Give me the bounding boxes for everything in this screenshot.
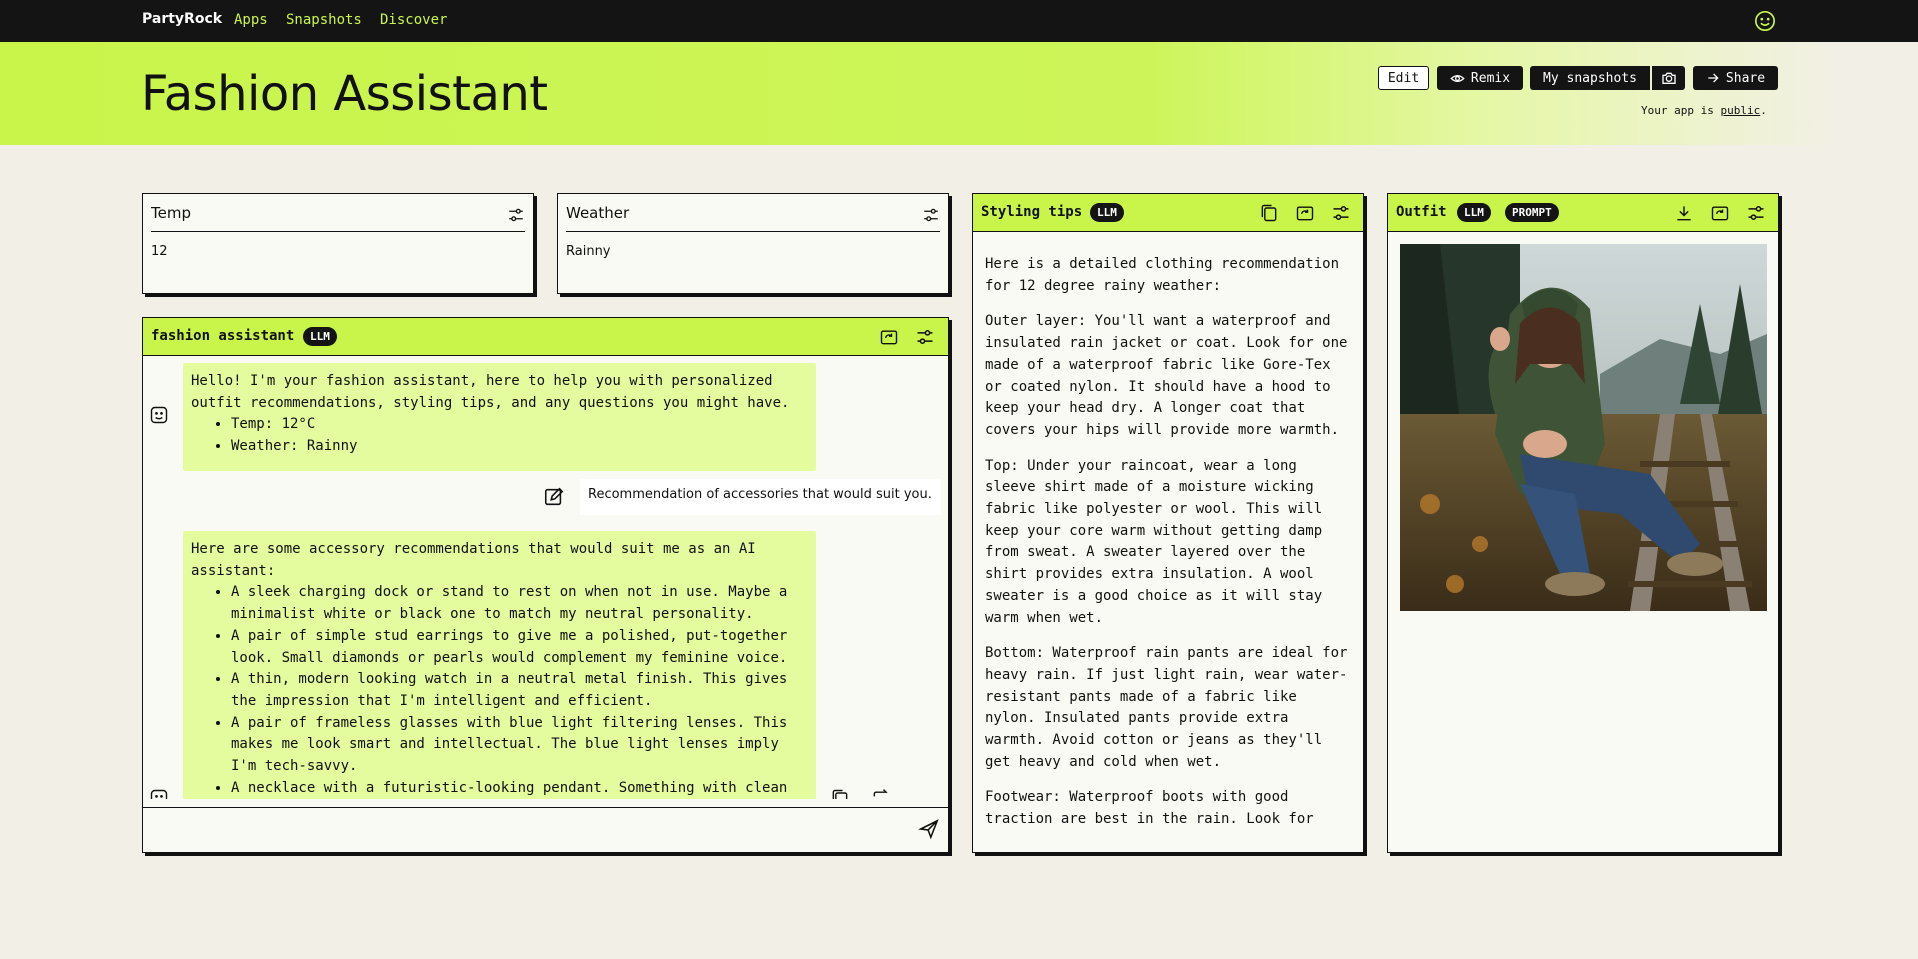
edit-button-label: Edit (1387, 70, 1420, 86)
temp-widget-title: Temp (151, 204, 191, 222)
weather-widget-header: Weather (566, 202, 940, 232)
download-icon[interactable] (1674, 203, 1694, 223)
outfit-image[interactable] (1400, 244, 1767, 611)
weather-widget: Weather Rainny (557, 193, 949, 294)
chat-widget: fashion assistant LLM Hello! I'm your fa… (142, 317, 949, 853)
list-item: Temp: 12°C (231, 414, 808, 436)
copy-icon[interactable] (830, 788, 850, 799)
list-item: Weather: Rainny (231, 436, 808, 458)
tips-paragraph: Footwear: Waterproof boots with good tra… (985, 789, 1314, 828)
styling-tips-text: Here is a detailed clothing recommendati… (985, 254, 1349, 845)
regenerate-icon[interactable] (871, 788, 891, 799)
chat-input[interactable] (151, 816, 891, 844)
llm-badge: LLM (1457, 203, 1491, 222)
assistant-message-text: Hello! I'm your fashion assistant, here … (191, 373, 790, 411)
prompt-badge: PROMPT (1505, 203, 1559, 222)
list-item: A pair of simple stud earrings to give m… (231, 626, 808, 669)
page-title: Fashion Assistant (141, 66, 548, 122)
sliders-icon[interactable] (915, 327, 935, 347)
outfit-header: Outfit LLM PROMPT (1388, 194, 1778, 232)
header-band: Fashion Assistant Edit Remix My snapshot… (0, 42, 1918, 145)
sliders-icon[interactable] (507, 206, 525, 224)
assistant-message-list: A sleek charging dock or stand to rest o… (231, 582, 808, 799)
sliders-icon[interactable] (922, 206, 940, 224)
temp-widget: Temp 12 (142, 193, 534, 294)
tips-paragraph: Top: Under your raincoat, wear a long sl… (985, 457, 1323, 626)
assistant-smile-icon (150, 789, 168, 799)
copy-icon[interactable] (1259, 203, 1279, 223)
weather-value[interactable]: Rainny (566, 244, 611, 259)
assistant-message-text: Here are some accessory recommendations … (191, 541, 756, 579)
chat-widget-title: fashion assistant (151, 328, 295, 344)
list-item: A sleek charging dock or stand to rest o… (231, 582, 808, 625)
outfit-photo-illustration (1400, 244, 1767, 611)
styling-tips-widget: Styling tips LLM Here is a detailed clot… (972, 193, 1364, 853)
user-message: Recommendation of accessories that would… (580, 479, 941, 515)
chat-widget-header: fashion assistant LLM (143, 318, 948, 356)
chat-messages[interactable]: Hello! I'm your fashion assistant, here … (143, 358, 948, 799)
outfit-title: Outfit (1396, 204, 1447, 220)
weather-widget-title: Weather (566, 204, 630, 222)
tips-paragraph: Outer layer: You'll want a waterproof an… (985, 313, 1348, 438)
nav-link-apps[interactable]: Apps (234, 12, 268, 28)
sliders-icon[interactable] (1746, 203, 1766, 223)
nav-link-discover[interactable]: Discover (380, 12, 447, 28)
send-icon[interactable] (918, 818, 940, 840)
temp-value[interactable]: 12 (151, 244, 168, 259)
public-note-suffix: . (1760, 104, 1767, 117)
styling-tips-title: Styling tips (981, 204, 1083, 220)
list-item: A necklace with a futuristic-looking pen… (231, 778, 808, 799)
nav-link-snapshots[interactable]: Snapshots (286, 12, 362, 28)
top-nav: PartyRock Apps Snapshots Discover (0, 0, 1918, 42)
refresh-icon[interactable] (879, 327, 899, 347)
sliders-icon[interactable] (1331, 203, 1351, 223)
my-snapshots-label: My snapshots (1543, 70, 1637, 86)
llm-badge: LLM (1090, 203, 1124, 222)
assistant-smile-icon (150, 406, 168, 424)
assistant-message-list: Temp: 12°C Weather: Rainny (231, 414, 808, 457)
styling-tips-header: Styling tips LLM (973, 194, 1363, 232)
assistant-message: Here are some accessory recommendations … (183, 531, 816, 799)
list-item: A thin, modern looking watch in a neutra… (231, 669, 808, 712)
public-status-note: Your app is public. (1641, 104, 1767, 117)
share-button-label: Share (1725, 70, 1766, 86)
eye-icon (1450, 74, 1465, 82)
list-item: A pair of frameless glasses with blue li… (231, 713, 808, 778)
public-note-prefix: Your app is (1641, 104, 1721, 117)
edit-message-icon[interactable] (543, 486, 565, 508)
chat-input-bar (143, 807, 948, 852)
remix-button-label: Remix (1470, 70, 1511, 86)
brand-logo[interactable]: PartyRock (142, 11, 222, 27)
llm-badge: LLM (303, 327, 337, 346)
take-snapshot-button[interactable] (1652, 66, 1685, 90)
temp-widget-header: Temp (151, 202, 525, 232)
refresh-icon[interactable] (1295, 203, 1315, 223)
arrow-right-icon (1708, 73, 1719, 83)
camera-icon (1661, 72, 1676, 84)
my-snapshots-button[interactable]: My snapshots (1530, 66, 1650, 90)
tips-paragraph: Here is a detailed clothing recommendati… (985, 256, 1340, 294)
refresh-icon[interactable] (1710, 203, 1730, 223)
outfit-widget: Outfit LLM PROMPT (1387, 193, 1779, 853)
edit-button[interactable]: Edit (1378, 66, 1429, 90)
public-link[interactable]: public (1720, 104, 1760, 117)
assistant-message: Hello! I'm your fashion assistant, here … (183, 363, 816, 471)
remix-button[interactable]: Remix (1437, 66, 1523, 90)
tips-paragraph: Bottom: Waterproof rain pants are ideal … (985, 645, 1348, 770)
share-button[interactable]: Share (1693, 66, 1778, 90)
user-avatar-smile-icon[interactable] (1754, 10, 1776, 32)
